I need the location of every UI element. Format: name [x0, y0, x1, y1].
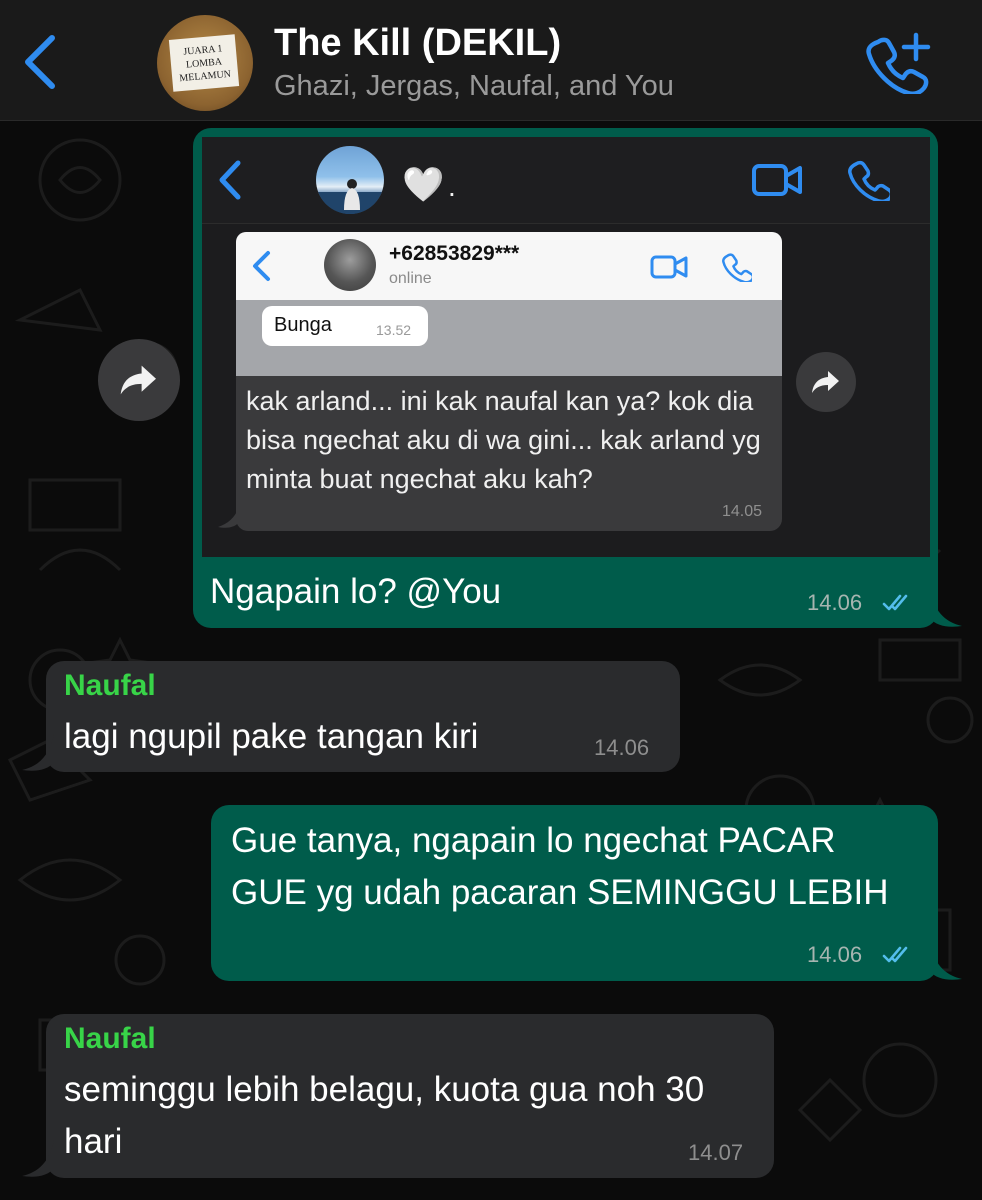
inner-contact-avatar: [324, 239, 376, 291]
contact-avatar: [316, 146, 384, 214]
forward-arrow-icon: [120, 365, 156, 395]
forward-arrow-icon: [812, 371, 839, 393]
message-time: 14.06: [807, 942, 863, 967]
inner-message-bubble: Bunga 13.52: [262, 306, 428, 346]
message-text: Gue tanya, ngapain lo ngechat PACAR GUE …: [231, 821, 889, 912]
forward-button[interactable]: [796, 352, 856, 412]
inner-screenshot-header: +62853829*** online: [236, 232, 782, 300]
screenshot-header: 🤍 .: [202, 137, 930, 224]
message-incoming[interactable]: Naufal seminggu lebih belagu, kuota gua …: [46, 1014, 774, 1178]
add-call-icon: [866, 32, 931, 97]
back-chevron-icon: [219, 160, 241, 200]
phone-icon: [722, 253, 752, 282]
sender-name: Naufal: [64, 669, 156, 702]
video-call-icon: [650, 255, 688, 279]
contact-name-heart: 🤍: [402, 166, 445, 204]
screenshot-message-bubble: kak arland... ini kak naufal kan ya? kok…: [236, 376, 782, 531]
inner-message-area: Bunga 13.52: [236, 300, 782, 376]
back-chevron-icon: [253, 251, 270, 281]
bubble-tail: [22, 734, 54, 771]
add-call-button[interactable]: [866, 32, 932, 97]
inner-contact-status: online: [389, 270, 432, 287]
group-title[interactable]: The Kill (DEKIL): [274, 22, 561, 65]
message-time: 14.06: [594, 735, 650, 760]
bubble-tail: [22, 1140, 54, 1177]
forwarded-screenshot[interactable]: 🤍 . +62853829*** online Bunga 13.52 kak …: [202, 137, 930, 557]
bubble-tail: [930, 590, 962, 627]
double-check-icon: [882, 594, 908, 611]
message-outgoing[interactable]: Gue tanya, ngapain lo ngechat PACAR GUE …: [211, 805, 938, 981]
group-members[interactable]: Ghazi, Jergas, Naufal, and You: [274, 70, 674, 103]
forward-button[interactable]: [98, 339, 180, 421]
sender-name: Naufal: [64, 1022, 156, 1055]
person-silhouette: [316, 179, 384, 214]
message-text: lagi ngupil pake tangan kiri: [64, 717, 479, 756]
video-call-icon: [752, 164, 802, 196]
bubble-tail: [930, 943, 962, 980]
screenshot-message-text: kak arland... ini kak naufal kan ya? kok…: [246, 386, 761, 494]
message-text: Ngapain lo? @You: [210, 572, 502, 611]
message-time: 14.06: [807, 590, 863, 615]
back-chevron-icon: [25, 35, 55, 89]
group-avatar[interactable]: JUARA 1 LOMBA MELAMUN: [157, 15, 253, 111]
back-button[interactable]: [18, 30, 62, 94]
avatar-sign: JUARA 1 LOMBA MELAMUN: [168, 34, 240, 92]
message-time: 14.07: [688, 1140, 744, 1165]
inner-contact-name: +62853829***: [389, 242, 520, 265]
bubble-tail: [218, 501, 240, 528]
message-incoming[interactable]: Naufal lagi ngupil pake tangan kiri 14.0…: [46, 661, 680, 772]
message-text: seminggu lebih belagu, kuota gua noh 30 …: [64, 1070, 705, 1161]
phone-icon: [848, 160, 890, 201]
inner-message-text: Bunga: [274, 314, 332, 336]
inner-message-time: 13.52: [376, 322, 412, 338]
chat-header: JUARA 1 LOMBA MELAMUN The Kill (DEKIL) G…: [0, 0, 982, 121]
double-check-icon: [882, 946, 908, 963]
contact-name-dot: .: [448, 171, 456, 202]
screenshot-message-time: 14.05: [722, 503, 763, 520]
